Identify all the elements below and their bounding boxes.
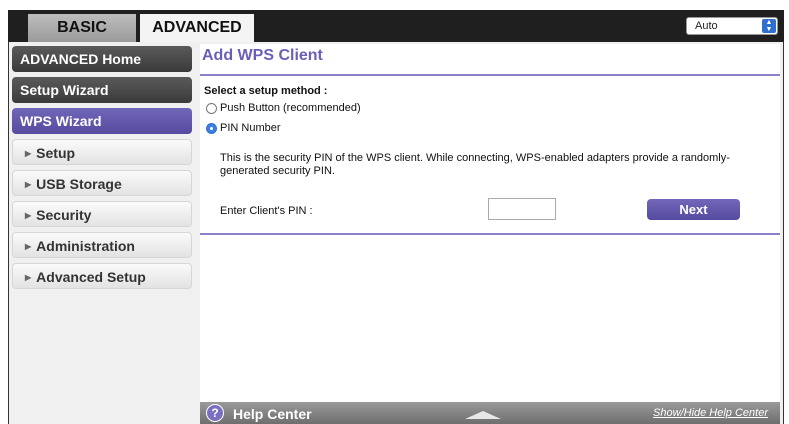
sidebar-item-label: Administration <box>36 238 135 254</box>
help-center-bar[interactable]: ? Help Center Show/Hide Help Center <box>200 402 780 424</box>
pin-label: Enter Client's PIN : <box>220 205 313 217</box>
client-pin-input[interactable] <box>488 198 556 220</box>
next-button[interactable]: Next <box>647 199 740 220</box>
radio-label: PIN Number <box>220 122 281 134</box>
select-arrows-icon: ▲ ▼ <box>762 19 776 33</box>
sidebar-item-label: Advanced Setup <box>36 269 146 285</box>
help-icon: ? <box>206 404 224 422</box>
sidebar-item-label: Security <box>36 207 92 223</box>
language-select-value: Auto <box>695 20 718 32</box>
sidebar-item-label: ADVANCED Home <box>20 51 142 67</box>
expand-arrow-icon: ▶ <box>25 180 32 189</box>
divider-top <box>200 74 780 76</box>
sidebar-item-administration[interactable]: ▶ Administration <box>12 232 192 258</box>
radio-icon <box>206 102 217 114</box>
main-panel: Add WPS Client Select a setup method : P… <box>200 44 780 402</box>
help-center-label: Help Center <box>233 406 312 422</box>
radio-pin-number[interactable]: PIN Number <box>206 122 281 134</box>
sidebar: ADVANCED Home Setup Wizard WPS Wizard ▶ S… <box>12 46 192 294</box>
sidebar-item-advanced-setup[interactable]: ▶ Advanced Setup <box>12 263 192 289</box>
sidebar-item-label: USB Storage <box>36 176 122 192</box>
expand-arrow-icon: ▶ <box>25 273 32 282</box>
sidebar-item-usb-storage[interactable]: ▶ USB Storage <box>12 170 192 196</box>
show-hide-help-link[interactable]: Show/Hide Help Center <box>653 407 768 419</box>
divider-bottom <box>200 233 780 235</box>
radio-selected-icon <box>206 122 217 134</box>
radio-push-button[interactable]: Push Button (recommended) <box>206 102 361 114</box>
top-tab-bar: BASIC ADVANCED Auto ▲ ▼ <box>8 10 784 42</box>
sidebar-item-label: Setup Wizard <box>20 82 109 98</box>
sidebar-item-setup-wizard[interactable]: Setup Wizard <box>12 77 192 103</box>
page-title: Add WPS Client <box>202 47 323 64</box>
expand-arrow-icon: ▶ <box>25 242 32 251</box>
tab-advanced[interactable]: ADVANCED <box>140 14 254 42</box>
expand-arrow-icon: ▶ <box>25 211 32 220</box>
sidebar-item-label: Setup <box>36 145 76 161</box>
expand-arrow-icon: ▶ <box>25 149 32 158</box>
radio-label: Push Button (recommended) <box>220 102 361 114</box>
pin-description: This is the security PIN of the WPS clie… <box>220 152 730 177</box>
sidebar-item-security[interactable]: ▶ Security <box>12 201 192 227</box>
sidebar-item-advanced-home[interactable]: ADVANCED Home <box>12 46 192 72</box>
expand-up-icon[interactable] <box>465 411 501 419</box>
sidebar-item-wps-wizard[interactable]: WPS Wizard <box>12 108 192 134</box>
sidebar-item-label: WPS Wizard <box>20 113 102 129</box>
language-select[interactable]: Auto ▲ ▼ <box>686 17 778 35</box>
tab-basic[interactable]: BASIC <box>28 14 136 42</box>
setup-method-label: Select a setup method : <box>204 85 328 97</box>
sidebar-item-setup[interactable]: ▶ Setup <box>12 139 192 165</box>
